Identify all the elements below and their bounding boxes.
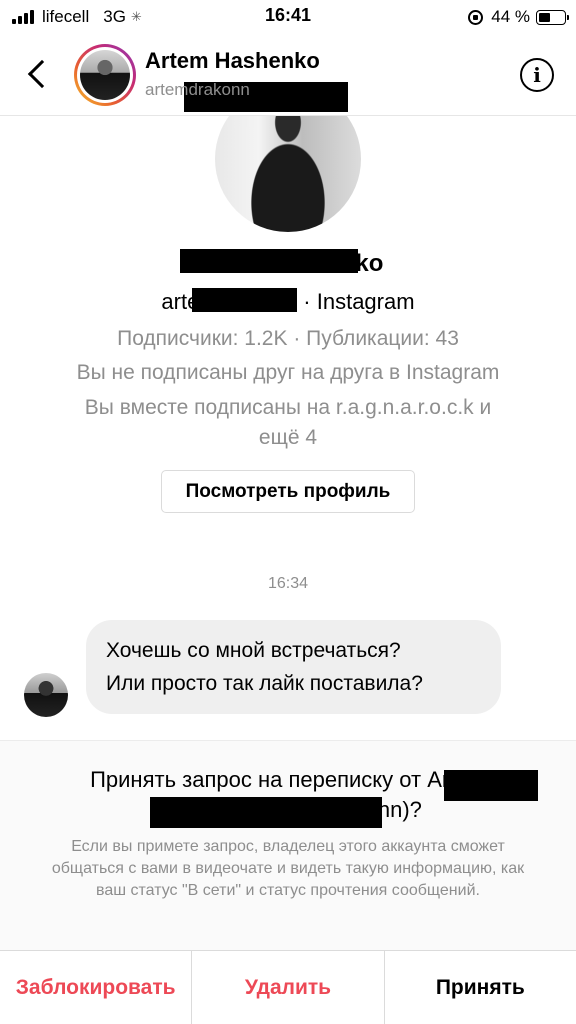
status-right: 44 % — [468, 5, 569, 29]
message-line: Хочешь со мной встречаться? — [106, 639, 401, 662]
battery-icon — [536, 9, 569, 25]
profile-source: · Instagram — [303, 289, 415, 314]
orientation-lock-icon — [468, 9, 484, 25]
follow-status: Вы не подписаны друг на друга в Instagra… — [76, 361, 500, 384]
header-name[interactable]: Artem Hashenko — [145, 48, 320, 74]
redaction-bar — [444, 770, 538, 801]
status-bar: lifecell 3G ✳ 16:41 44 % — [0, 0, 576, 36]
block-button[interactable]: Заблокировать — [0, 951, 193, 1024]
sender-avatar[interactable] — [24, 673, 68, 717]
redaction-bar — [150, 797, 382, 828]
profile-photo[interactable] — [215, 116, 361, 232]
message-bubble[interactable]: Хочешь со мной встречаться? Или просто т… — [86, 620, 501, 714]
info-button[interactable]: i — [520, 58, 554, 92]
message-timestamp: 16:34 — [267, 575, 309, 592]
delete-button[interactable]: Удалить — [192, 951, 385, 1024]
view-profile-button[interactable]: Посмотреть профиль — [161, 470, 415, 513]
redaction-bar — [192, 288, 297, 312]
request-actions: Заблокировать Удалить Принять — [0, 950, 576, 1024]
message-line: Или просто так лайк поставила? — [106, 672, 423, 695]
info-icon: i — [533, 63, 541, 87]
profile-photo-clip — [0, 116, 576, 236]
chevron-left-icon — [27, 59, 57, 89]
back-button[interactable] — [20, 54, 57, 94]
profile-stats: Подписчики: 1.2K · Публикации: 43 — [117, 327, 459, 350]
accept-button[interactable]: Принять — [385, 951, 576, 1024]
chat-header: Artem Hashenko artemdrakonn i — [0, 36, 576, 116]
avatar-image — [80, 50, 130, 100]
redaction-bar — [180, 249, 358, 273]
header-avatar[interactable] — [74, 44, 136, 106]
request-description: Если вы примете запрос, владелец этого а… — [51, 838, 525, 899]
battery-fill — [539, 12, 550, 22]
mutual-followers-line1: Вы вместе подписаны на r.a.g.n.a.r.o.c.k… — [84, 396, 492, 419]
battery-percent: 44 % — [491, 7, 530, 26]
mutual-followers-line2: ещё 4 — [258, 426, 318, 449]
header-username: artemdrakonn — [145, 80, 250, 99]
